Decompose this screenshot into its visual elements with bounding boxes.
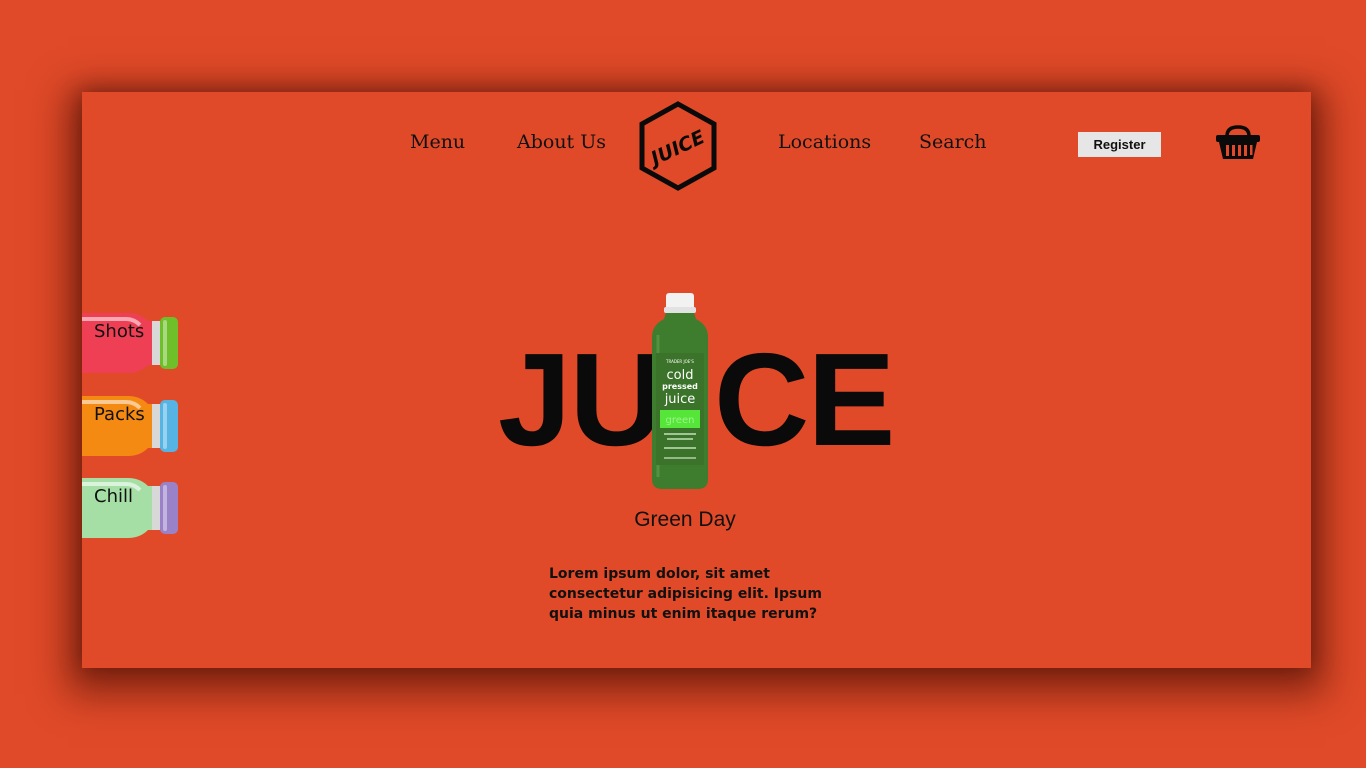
juice-bottle-image: TRADER JOE'S cold pressed juice green — [650, 291, 710, 493]
bottle-brand: TRADER JOE'S — [665, 359, 694, 364]
sidebar-label-packs: Packs — [94, 404, 145, 425]
juice-logo[interactable]: JUICE — [637, 100, 719, 192]
bottle-line-1: cold — [667, 368, 694, 383]
basket-icon[interactable] — [1215, 124, 1261, 162]
sidebar-item-shots[interactable]: Shots — [82, 311, 182, 375]
hero-word-left: JU — [498, 326, 665, 473]
nav-about-link[interactable]: About Us — [517, 131, 606, 153]
product-name: Green Day — [634, 508, 736, 531]
bottle-line-2: pressed — [662, 382, 698, 391]
sidebar-item-chill[interactable]: Chill — [82, 476, 182, 540]
sidebar-item-packs[interactable]: Packs — [82, 394, 182, 458]
bottle-line-3: juice — [664, 392, 696, 407]
sidebar-label-chill: Chill — [94, 486, 133, 507]
page-frame: Menu About Us JUICE Locations Search Reg… — [82, 92, 1311, 668]
nav-search-link[interactable]: Search — [919, 131, 987, 153]
nav-locations-link[interactable]: Locations — [778, 131, 871, 153]
nav-menu-link[interactable]: Menu — [410, 131, 465, 153]
hexagon-logo-icon: JUICE — [639, 101, 717, 191]
logo-text: JUICE — [644, 126, 708, 172]
sidebar-label-shots: Shots — [94, 321, 145, 342]
bottle-variant: green — [666, 415, 695, 426]
product-description: Lorem ipsum dolor, sit amet consectetur … — [549, 566, 822, 622]
hero-word-right: CE — [714, 326, 895, 473]
register-button[interactable]: Register — [1078, 132, 1161, 157]
